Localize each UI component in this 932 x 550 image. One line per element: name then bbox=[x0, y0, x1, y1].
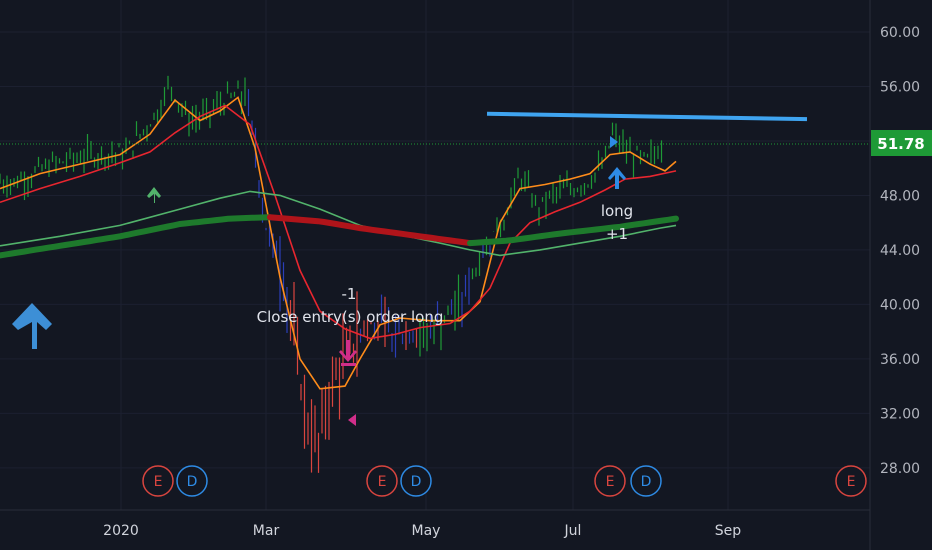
price-tick-label: 48.00 bbox=[880, 188, 920, 204]
time-tick-label: Sep bbox=[715, 523, 742, 539]
entry-qty-label: +1 bbox=[606, 225, 628, 243]
exit-qty-label: -1 bbox=[342, 285, 357, 303]
event-letter: D bbox=[187, 474, 198, 490]
current-price-tag: 51.78 bbox=[871, 130, 932, 156]
exit-order-label: Close entry(s) order long bbox=[257, 308, 444, 326]
event-letter: D bbox=[641, 474, 652, 490]
time-tick-label: May bbox=[412, 523, 441, 539]
price-tick-label: 56.00 bbox=[880, 79, 920, 95]
event-letter: E bbox=[847, 474, 856, 490]
price-tick-label: 40.00 bbox=[880, 297, 920, 313]
price-chart[interactable]: -1 Close entry(s) order long long +1 E D E… bbox=[0, 0, 932, 550]
price-tick-label: 60.00 bbox=[880, 25, 920, 41]
price-tick-label: 28.00 bbox=[880, 461, 920, 477]
event-letter: E bbox=[378, 474, 387, 490]
time-tick-label: Mar bbox=[253, 523, 280, 539]
price-tick-label: 36.00 bbox=[880, 352, 920, 368]
time-tick-label: 2020 bbox=[103, 523, 139, 539]
event-letter: E bbox=[154, 474, 163, 490]
price-axis[interactable]: 60.0056.0052.0048.0044.0040.0036.0032.00… bbox=[880, 25, 920, 477]
time-tick-label: Jul bbox=[564, 523, 582, 539]
event-letter: E bbox=[606, 474, 615, 490]
event-letter: D bbox=[411, 474, 422, 490]
entry-order-label: long bbox=[601, 202, 633, 220]
price-tick-label: 32.00 bbox=[880, 406, 920, 422]
current-price-label: 51.78 bbox=[877, 135, 924, 153]
price-tick-label: 44.00 bbox=[880, 243, 920, 259]
